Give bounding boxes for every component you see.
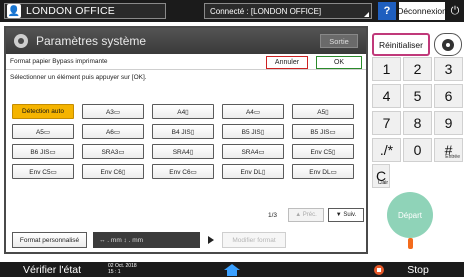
- clear-key-sub: Clair: [377, 180, 388, 186]
- start-button[interactable]: Départ: [387, 192, 433, 238]
- key-8[interactable]: 9: [434, 111, 463, 135]
- check-status-button[interactable]: Vérifier l'état: [0, 262, 104, 277]
- stop-icon: [374, 265, 384, 275]
- start-indicator: [408, 238, 413, 249]
- paper-size-button[interactable]: A3▭: [82, 104, 144, 119]
- power-icon[interactable]: ⏻: [447, 2, 463, 20]
- exit-button[interactable]: Sortie: [320, 34, 358, 48]
- user-button[interactable]: 👤 LONDON OFFICE: [4, 3, 166, 19]
- logout-button[interactable]: Déconnexion: [397, 2, 447, 20]
- key-0[interactable]: 1: [372, 57, 401, 81]
- window-title: Paramètres système: [36, 34, 147, 48]
- page-indicator: 1/3: [268, 211, 278, 219]
- key-1[interactable]: 2: [403, 57, 432, 81]
- key-10[interactable]: 0: [403, 138, 432, 162]
- paper-size-button[interactable]: A5▯: [292, 104, 354, 119]
- setting-title: Format papier Bypass imprimante: [10, 58, 108, 65]
- date-time: 02 Oct. 2018 15 : 1: [108, 263, 137, 275]
- prev-page-button[interactable]: ▲ Préc.: [288, 208, 324, 222]
- custom-size-button[interactable]: Format personnalisé: [12, 232, 87, 248]
- key-sub-label: Entrée: [445, 154, 460, 160]
- key-6[interactable]: 7: [372, 111, 401, 135]
- paper-size-button[interactable]: Env C6▯: [82, 164, 144, 179]
- key-label: 4: [382, 88, 391, 104]
- key-label: 8: [413, 115, 422, 131]
- connection-status[interactable]: Connecté : [LONDON OFFICE]: [204, 3, 372, 19]
- ok-button[interactable]: OK: [316, 56, 362, 69]
- connection-text: Connecté : [LONDON OFFICE]: [210, 6, 322, 16]
- gear-icon: [14, 34, 28, 48]
- paper-size-button[interactable]: SRA4▯: [152, 144, 214, 159]
- keypad: 1 2 3 4 5 6 7 8 9 ./* 0 # Entrée: [372, 57, 463, 162]
- paper-size-button[interactable]: B5 JIS▭: [292, 124, 354, 139]
- paper-size-grid: Détection auto A3▭ A4▯ A4▭ A5▯ A5▭ A6▭ B4 JIS▯ B…: [12, 104, 354, 179]
- right-panel: Réinitialiser 1 2 3 4 5 6 7 8 9 ./* 0 # Entrée C Cla…: [372, 33, 464, 262]
- key-9[interactable]: ./*: [372, 138, 401, 162]
- key-label: 6: [444, 88, 453, 104]
- cancel-button[interactable]: Annuler: [266, 56, 308, 69]
- paper-size-button[interactable]: B6 JIS▭: [12, 144, 74, 159]
- custom-size-row: Format personnalisé ↔ . mm ↕ . mm Modifi…: [12, 232, 286, 248]
- key-label: ./*: [379, 142, 394, 158]
- modify-size-button[interactable]: Modifier format: [222, 232, 286, 248]
- key-label: 2: [413, 61, 422, 77]
- pager: 1/3 ▲ Préc. ▼ Suiv.: [268, 208, 364, 222]
- title-bar: Paramètres système Sortie: [6, 28, 366, 54]
- key-3[interactable]: 4: [372, 84, 401, 108]
- key-label: 1: [382, 61, 391, 77]
- paper-size-button[interactable]: Env DL▯: [222, 164, 284, 179]
- key-2[interactable]: 3: [434, 57, 463, 81]
- bottom-bar: Vérifier l'état 02 Oct. 2018 15 : 1 Stop: [0, 262, 464, 277]
- home-icon[interactable]: [220, 264, 244, 276]
- paper-size-button[interactable]: A5▭: [12, 124, 74, 139]
- stop-button[interactable]: Stop: [388, 262, 448, 277]
- paper-size-button[interactable]: B5 JIS▯: [222, 124, 284, 139]
- settings-button[interactable]: [434, 33, 462, 56]
- key-label: 5: [413, 88, 422, 104]
- paper-size-button[interactable]: Env C5▭: [12, 164, 74, 179]
- gear-icon: [442, 38, 454, 51]
- key-label: 9: [444, 115, 453, 131]
- paper-size-button[interactable]: A6▭: [82, 124, 144, 139]
- paper-size-button[interactable]: Env C6▭: [152, 164, 214, 179]
- next-page-button[interactable]: ▼ Suiv.: [328, 208, 364, 222]
- clear-key[interactable]: C Clair: [372, 164, 390, 188]
- key-5[interactable]: 6: [434, 84, 463, 108]
- setting-header: Format papier Bypass imprimante Annuler …: [6, 54, 366, 70]
- paper-size-button[interactable]: Env C5▯: [292, 144, 354, 159]
- paper-size-button[interactable]: B4 JIS▯: [152, 124, 214, 139]
- key-label: 7: [382, 115, 391, 131]
- corner-triangle-icon: [364, 12, 369, 17]
- key-7[interactable]: 8: [403, 111, 432, 135]
- paper-size-button[interactable]: A4▭: [222, 104, 284, 119]
- user-name: LONDON OFFICE: [26, 5, 115, 17]
- user-icon: 👤: [7, 4, 21, 18]
- key-11[interactable]: # Entrée: [434, 138, 463, 162]
- paper-size-button[interactable]: Env DL▭: [292, 164, 354, 179]
- reset-button[interactable]: Réinitialiser: [372, 33, 430, 56]
- key-4[interactable]: 5: [403, 84, 432, 108]
- paper-size-button[interactable]: SRA3▭: [82, 144, 144, 159]
- help-button[interactable]: ?: [378, 2, 396, 20]
- arrow-right-icon: [208, 236, 214, 244]
- instruction-text: Sélectionner un élément puis appuyer sur…: [10, 74, 147, 81]
- paper-size-button[interactable]: SRA4▭: [222, 144, 284, 159]
- key-label: 0: [413, 142, 422, 158]
- custom-dimensions: ↔ . mm ↕ . mm: [93, 232, 200, 248]
- key-label: 3: [444, 61, 453, 77]
- time-text: 15 : 1: [108, 269, 121, 275]
- top-bar: 👤 LONDON OFFICE Connecté : [LONDON OFFIC…: [0, 0, 464, 22]
- paper-size-button[interactable]: Détection auto: [12, 104, 74, 119]
- paper-size-button[interactable]: A4▯: [152, 104, 214, 119]
